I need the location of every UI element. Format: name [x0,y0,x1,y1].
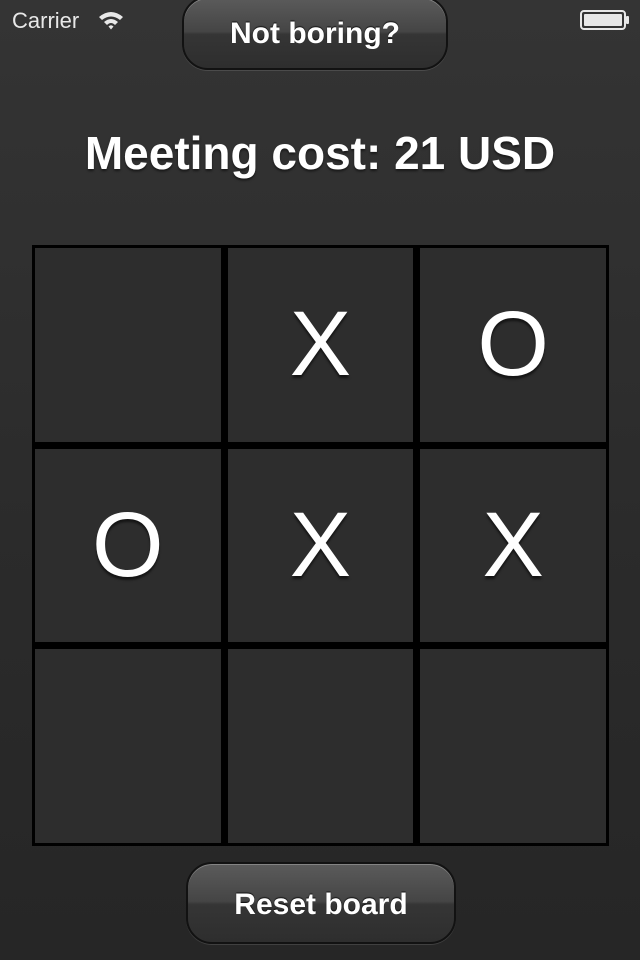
board-cell-3[interactable]: O [420,248,606,442]
board-cell-8[interactable] [227,649,414,843]
board-cell-4[interactable]: O [35,448,221,643]
board-cell-7[interactable] [35,649,221,843]
battery-icon [580,10,629,30]
board-cell-2[interactable]: X [227,248,414,442]
board-cell-6[interactable]: X [420,448,606,643]
board-cell-5[interactable]: X [227,448,414,643]
board-cell-9[interactable] [420,649,606,843]
board-cell-1[interactable] [35,248,221,442]
not-boring-button[interactable]: Not boring? [182,0,448,70]
meeting-cost-label: Meeting cost: 21 USD [84,127,556,179]
reset-board-button[interactable]: Reset board [186,862,456,944]
tic-tac-toe-board: X O O X X [32,245,609,846]
